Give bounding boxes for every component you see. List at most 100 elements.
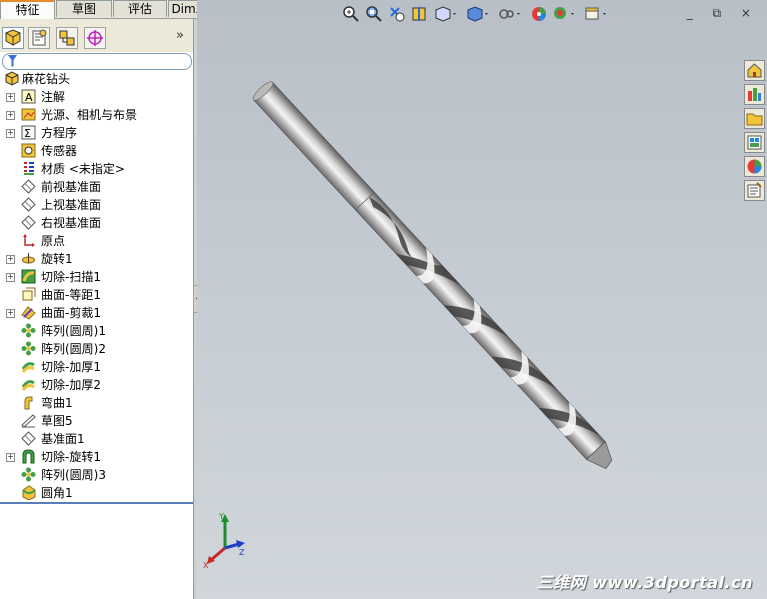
view-palette-icon xyxy=(747,135,762,150)
folder-icon xyxy=(746,113,763,126)
tree-item[interactable]: + 切除-旋转1 xyxy=(0,448,193,466)
design-library-icon xyxy=(748,88,761,101)
triad-x-label: X xyxy=(203,561,209,570)
graphics-area[interactable]: _ ⧉ × Y X Z 三维网 www.3dportal.cn xyxy=(197,0,767,599)
tree-item[interactable]: 阵列(圆周)3 xyxy=(0,466,193,484)
feature-manager-toolbar: » xyxy=(0,19,193,52)
task-pane-appearances[interactable] xyxy=(744,156,765,177)
feature-tree: 麻花钻头 + A 注解 + 光源、相机与布景 + Σ 方程序传感器材质 <未指定> 前视基准面上视… xyxy=(0,70,193,502)
tree-item[interactable]: 上视基准面 xyxy=(0,196,193,214)
tree-item[interactable]: + 光源、相机与布景 xyxy=(0,106,193,124)
tree-item-label: 切除-加厚1 xyxy=(41,360,101,374)
cut-sweep-icon xyxy=(21,269,36,284)
feature-tree-icon xyxy=(5,29,21,46)
tree-item[interactable]: + 切除-扫描1 xyxy=(0,268,193,286)
tree-item[interactable]: 草图5 xyxy=(0,412,193,430)
tree-item-label: 右视基准面 xyxy=(41,216,102,230)
expand-toggle-icon[interactable]: + xyxy=(6,111,15,120)
triad-x-axis xyxy=(210,546,226,562)
tab-label: 评估 xyxy=(127,2,152,16)
collapse-panel-button[interactable]: » xyxy=(176,28,184,43)
tree-item[interactable]: 阵列(圆周)2 xyxy=(0,340,193,358)
tree-item-label: 基准面1 xyxy=(41,432,85,446)
triad-z-label: Z xyxy=(239,548,245,557)
expand-toggle-icon[interactable]: + xyxy=(6,93,15,102)
tab-sketch[interactable]: 草图 xyxy=(56,0,112,17)
material-icon xyxy=(24,162,34,175)
feature-manager-tab[interactable] xyxy=(2,27,24,49)
tree-item-label: 阵列(圆周)3 xyxy=(41,468,106,482)
expand-toggle-icon[interactable]: + xyxy=(6,129,15,138)
tree-root-node[interactable]: 麻花钻头 xyxy=(0,70,193,88)
tree-item-label: 光源、相机与布景 xyxy=(41,108,138,122)
tree-item[interactable]: 前视基准面 xyxy=(0,178,193,196)
property-icon xyxy=(32,29,47,46)
tab-label: 草图 xyxy=(71,2,96,16)
circular-pattern-icon xyxy=(21,323,36,338)
expand-toggle-icon[interactable]: + xyxy=(6,309,15,318)
tab-features[interactable]: 特征 xyxy=(0,0,55,19)
dimxpert-icon xyxy=(87,30,103,46)
tab-label: 特征 xyxy=(15,3,40,17)
tab-evaluate[interactable]: 评估 xyxy=(113,0,167,17)
tree-item-label: 曲面-等距1 xyxy=(41,288,101,302)
task-pane-file-explorer[interactable] xyxy=(744,108,765,129)
triad-z-axis xyxy=(224,542,240,550)
expand-toggle-icon[interactable]: + xyxy=(6,273,15,282)
expand-toggle-icon[interactable]: + xyxy=(6,255,15,264)
dimxpert-manager-tab[interactable] xyxy=(84,27,106,49)
tree-item[interactable]: 原点 xyxy=(0,232,193,250)
configuration-manager-tab[interactable] xyxy=(56,27,78,49)
tree-item[interactable]: + A 注解 xyxy=(0,88,193,106)
tree-item-label: 前视基准面 xyxy=(41,180,102,194)
drill-bit-model[interactable] xyxy=(197,0,767,599)
tree-item[interactable]: + 曲面-剪裁1 xyxy=(0,304,193,322)
svg-text:A: A xyxy=(25,91,33,104)
tree-item-label: 方程序 xyxy=(41,126,78,140)
tree-item[interactable]: 曲面-等距1 xyxy=(0,286,193,304)
tree-item-label: 切除-加厚2 xyxy=(41,378,101,392)
tree-item[interactable]: + Σ 方程序 xyxy=(0,124,193,142)
sketch-icon xyxy=(21,414,36,428)
task-pane-view-palette[interactable] xyxy=(744,132,765,153)
tree-item[interactable]: 右视基准面 xyxy=(0,214,193,232)
tree-item[interactable]: 切除-加厚2 xyxy=(0,376,193,394)
reference-triad: Y X Z xyxy=(203,512,245,570)
task-pane-design-library[interactable] xyxy=(744,84,765,105)
tree-item-label: 麻花钻头 xyxy=(22,72,71,86)
tree-item[interactable]: 基准面1 xyxy=(0,430,193,448)
tree-item-label: 曲面-剪裁1 xyxy=(41,306,101,320)
tree-item[interactable]: 阵列(圆周)1 xyxy=(0,322,193,340)
tree-item-label: 材质 <未指定> xyxy=(41,162,125,176)
tree-item[interactable]: 弯曲1 xyxy=(0,394,193,412)
expand-toggle-icon[interactable]: + xyxy=(6,453,15,462)
lights-cameras-icon xyxy=(21,108,36,121)
root-part-icon xyxy=(5,71,19,86)
revolve-icon xyxy=(22,253,35,264)
flex-icon xyxy=(24,396,33,410)
circular-pattern-icon xyxy=(21,341,36,356)
offset-surface-icon xyxy=(22,287,36,301)
tree-item-label: 圆角1 xyxy=(41,486,73,500)
tree-item[interactable]: 材质 <未指定> xyxy=(0,160,193,178)
tree-item-label: 草图5 xyxy=(41,414,73,428)
tree-filter-input[interactable] xyxy=(2,53,192,70)
tree-item[interactable]: 圆角1 xyxy=(0,484,193,502)
svg-text:Σ: Σ xyxy=(24,127,31,140)
tree-item[interactable]: + 旋转1 xyxy=(0,250,193,268)
task-pane-custom-properties[interactable] xyxy=(744,180,765,201)
plane-icon xyxy=(21,431,36,446)
tree-item-label: 弯曲1 xyxy=(41,396,73,410)
tree-item-label: 切除-旋转1 xyxy=(41,450,101,464)
watermark-text: 三维网 www.3dportal.cn xyxy=(536,573,753,592)
trim-surface-icon xyxy=(21,306,36,320)
task-pane-home[interactable] xyxy=(744,60,765,81)
tree-item-label: 注解 xyxy=(41,90,66,104)
property-manager-tab[interactable] xyxy=(28,27,50,49)
sensor-icon xyxy=(21,143,36,158)
fillet-icon xyxy=(22,485,36,500)
equations-icon: Σ xyxy=(21,125,36,140)
thicken-cut-icon xyxy=(21,380,35,391)
tree-item[interactable]: 传感器 xyxy=(0,142,193,160)
tree-item[interactable]: 切除-加厚1 xyxy=(0,358,193,376)
